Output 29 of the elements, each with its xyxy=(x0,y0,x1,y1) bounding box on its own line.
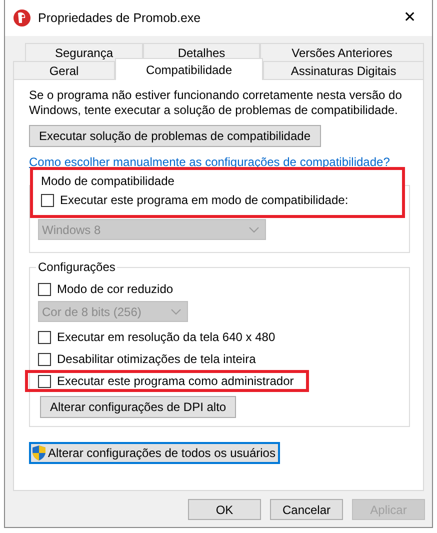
help-link[interactable]: Como escolher manualmente as configurações de compatibilidade? xyxy=(29,153,390,171)
chevron-icon xyxy=(171,308,181,314)
dialog-button[interactable]: OK xyxy=(188,499,261,520)
checkbox-label: Executar este programa como administrador xyxy=(57,373,294,390)
checkbox[interactable] xyxy=(38,330,51,344)
checkbox[interactable] xyxy=(38,352,51,366)
checkbox[interactable] xyxy=(41,194,54,206)
checkbox-label: Modo de cor reduzido xyxy=(57,281,174,298)
checkbox-label: Desabilitar otimizações de tela inteira xyxy=(57,351,256,368)
tab[interactable]: Segurança xyxy=(25,43,143,61)
intro-text: Se o programa não estiver funcionando corretamente nesta versão do Windows, tente executar a solução de problemas de compatibilidade. xyxy=(29,88,403,118)
checkbox[interactable] xyxy=(38,282,51,296)
tab[interactable]: Compatibilidade xyxy=(115,58,263,80)
checkbox-label: Executar em resolução da tela 640 x 480 xyxy=(57,329,276,346)
dpi-button[interactable]: Alterar configurações de DPI alto xyxy=(40,396,236,418)
tab[interactable]: Versões Anteriores xyxy=(260,43,424,61)
app-icon xyxy=(13,9,31,27)
shield-icon xyxy=(32,445,46,461)
all-users-button[interactable]: Alterar configurações de todos os usuários xyxy=(29,442,280,464)
dialog-button[interactable]: Cancelar xyxy=(270,499,343,520)
window-title: Propriedades de Promob.exe xyxy=(38,10,202,27)
checkbox[interactable] xyxy=(38,374,51,388)
checkbox-label: Executar este programa em modo de compatibilidade: xyxy=(60,192,348,209)
close-button[interactable]: ✕ xyxy=(388,0,432,36)
tab[interactable]: Geral xyxy=(13,61,115,79)
chevron-icon xyxy=(249,226,259,232)
group-title: Configurações xyxy=(36,260,118,275)
troubleshoot-button[interactable]: Executar solução de problemas de compatibilidade xyxy=(29,125,320,147)
tab[interactable]: Assinaturas Digitais xyxy=(263,61,424,79)
